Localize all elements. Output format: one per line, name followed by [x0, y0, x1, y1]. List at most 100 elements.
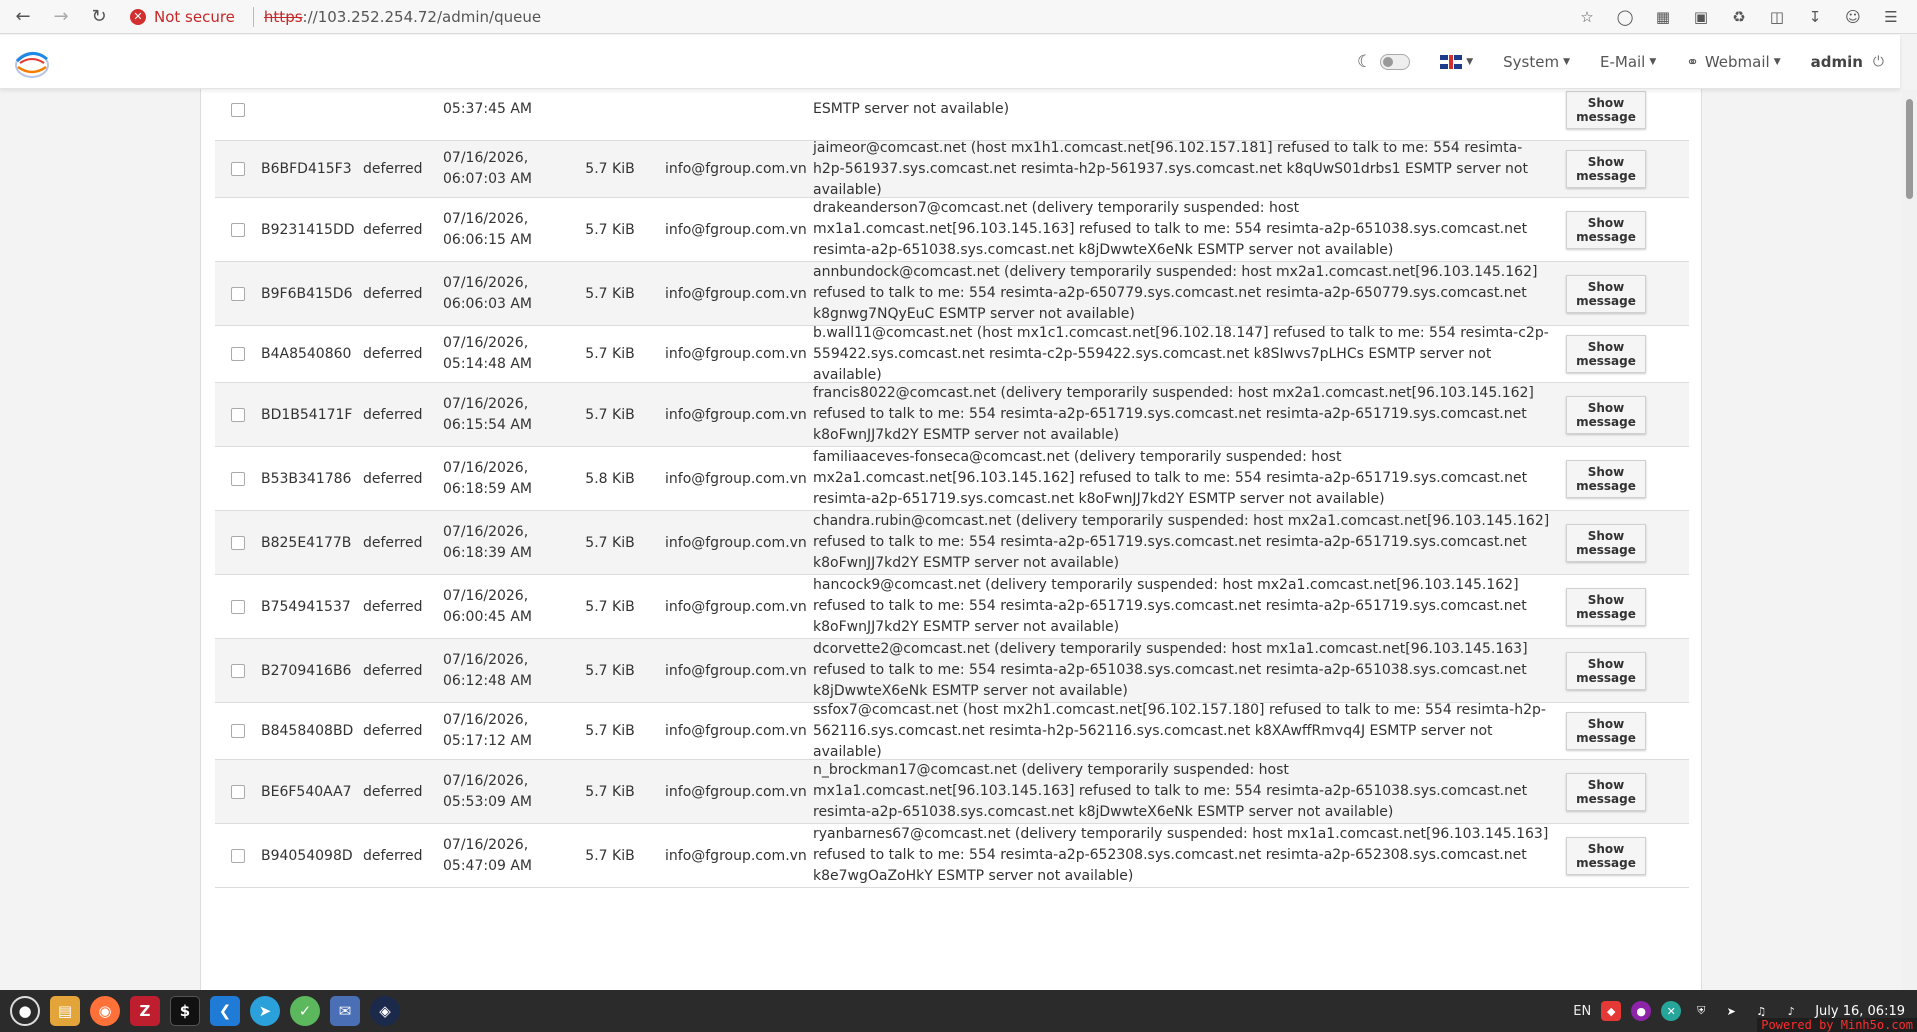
queue-status: deferred: [363, 346, 423, 362]
row-checkbox[interactable]: [231, 222, 245, 237]
menu-icon[interactable]: ☰: [1879, 5, 1903, 29]
row-checkbox[interactable]: [231, 724, 245, 738]
webmail-menu-label: Webmail: [1704, 53, 1770, 71]
queue-status: deferred: [363, 406, 423, 423]
reload-icon[interactable]: ↻: [84, 2, 114, 32]
queue-sender: info@fgroup.com.vn: [665, 470, 807, 487]
show-message-button[interactable]: Show message: [1566, 523, 1646, 562]
show-message-button[interactable]: Show message: [1566, 459, 1646, 498]
terminal-icon[interactable]: $: [170, 996, 200, 1026]
show-message-button[interactable]: Show message: [1566, 210, 1646, 249]
app-green-icon[interactable]: ✓: [290, 996, 320, 1026]
start-menu-icon[interactable]: ●: [10, 996, 40, 1026]
anydesk-icon[interactable]: ◆: [1601, 1001, 1622, 1021]
queue-datetime: 07/16/2026, 06:18:59 AM: [443, 458, 555, 500]
show-message-button[interactable]: Show message: [1566, 712, 1646, 750]
row-action-cell: Show message: [1561, 459, 1651, 498]
queue-date: 07/16/2026,: [443, 210, 529, 227]
show-message-button[interactable]: Show message: [1566, 587, 1646, 626]
queue-id: BD1B54171F: [261, 406, 353, 423]
queue-size: 5.7 KiB: [585, 285, 635, 302]
app-purple-icon[interactable]: ●: [1631, 1001, 1652, 1021]
queue-size: 5.7 KiB: [585, 534, 635, 551]
mail-icon[interactable]: ✉: [330, 996, 360, 1026]
show-message-button[interactable]: Show message: [1566, 836, 1646, 875]
app-logo-icon[interactable]: [12, 43, 52, 83]
row-checkbox[interactable]: [231, 286, 245, 301]
theme-switch[interactable]: ☾: [1356, 52, 1411, 72]
puzzle-icon[interactable]: ♻: [1727, 5, 1751, 29]
row-checkbox[interactable]: [231, 663, 245, 678]
scrollbar-thumb[interactable]: [1906, 99, 1913, 199]
row-action-cell: Show message: [1561, 712, 1651, 750]
show-message-button[interactable]: Show message: [1566, 150, 1646, 188]
queue-reason: ryanbarnes67@comcast.net (delivery tempo…: [813, 826, 1549, 884]
show-message-button[interactable]: Show message: [1566, 395, 1646, 434]
queue-date: 07/16/2026,: [443, 150, 529, 166]
row-checkbox[interactable]: [231, 535, 245, 550]
row-action-cell: Show message: [1561, 90, 1651, 129]
show-message-button[interactable]: Show message: [1566, 335, 1646, 373]
page-scrollbar[interactable]: [1902, 89, 1917, 990]
row-action-cell: Show message: [1561, 587, 1651, 626]
queue-datetime: 07/16/2026, 05:53:09 AM: [443, 771, 555, 813]
security-label[interactable]: Not secure: [154, 8, 235, 26]
extension-grid-icon[interactable]: ▦: [1651, 5, 1675, 29]
keyboard-layout[interactable]: EN: [1573, 1004, 1591, 1019]
account-icon[interactable]: ☺: [1841, 5, 1865, 29]
telegram-tray-icon[interactable]: ➤: [1721, 1001, 1741, 1021]
split-view-icon[interactable]: ◫: [1765, 5, 1789, 29]
vscode-icon[interactable]: ❮: [210, 996, 240, 1026]
firefox-icon[interactable]: ◉: [90, 996, 120, 1026]
queue-reason: hancock9@comcast.net (delivery temporari…: [813, 577, 1527, 635]
row-checkbox[interactable]: [231, 848, 245, 863]
download-icon[interactable]: ↧: [1803, 5, 1827, 29]
address-bar[interactable]: ✕ Not secure https ://103.252.254.72/adm…: [130, 3, 541, 31]
show-message-button[interactable]: Show message: [1566, 274, 1646, 313]
row-checkbox[interactable]: [231, 162, 245, 176]
moon-icon: ☾: [1356, 52, 1373, 72]
shield-tray-icon[interactable]: ⛨: [1691, 1001, 1711, 1021]
app-teal-icon[interactable]: ✕: [1661, 1001, 1682, 1021]
queue-size: 5.7 KiB: [585, 783, 635, 800]
power-icon[interactable]: ⏻: [1873, 54, 1884, 70]
queue-status: deferred: [363, 847, 423, 864]
filezilla-icon[interactable]: Z: [130, 996, 160, 1026]
chevron-down-icon: ▼: [1773, 57, 1781, 67]
system-menu[interactable]: System ▼: [1503, 53, 1570, 71]
shield-icon[interactable]: ◯: [1613, 5, 1637, 29]
row-checkbox[interactable]: [231, 102, 245, 117]
queue-row: B2709416B6 deferred 07/16/2026, 06:12:48 AM…: [215, 639, 1689, 703]
app-dark-icon[interactable]: ◈: [370, 996, 400, 1026]
forward-icon[interactable]: →: [46, 2, 76, 32]
clock[interactable]: July 16, 06:19: [1815, 1004, 1905, 1019]
queue-size: 5.7 KiB: [585, 662, 635, 679]
user-menu[interactable]: admin ⏻: [1811, 53, 1884, 71]
queue-id: B9231415DD: [261, 221, 355, 238]
queue-time: 06:18:59 AM: [443, 480, 532, 497]
row-checkbox[interactable]: [231, 784, 245, 799]
extension-p-icon[interactable]: ▣: [1689, 5, 1713, 29]
row-checkbox[interactable]: [231, 471, 245, 486]
row-checkbox[interactable]: [231, 599, 245, 614]
queue-row: B6BFD415F3 deferred 07/16/2026, 06:07:03 AM…: [215, 140, 1689, 198]
show-message-button[interactable]: Show message: [1566, 772, 1646, 811]
url-protocol: https: [263, 7, 303, 26]
row-checkbox[interactable]: [231, 407, 245, 422]
email-menu[interactable]: E-Mail ▼: [1600, 53, 1656, 71]
queue-row: B9231415DD deferred 07/16/2026, 06:06:15 AM…: [215, 198, 1689, 262]
back-icon[interactable]: ←: [8, 2, 38, 32]
show-message-button[interactable]: Show message: [1566, 90, 1646, 129]
show-message-button[interactable]: Show message: [1566, 651, 1646, 690]
queue-sender: info@fgroup.com.vn: [665, 598, 807, 615]
queue-sender: info@fgroup.com.vn: [665, 534, 807, 551]
folder-icon[interactable]: ▤: [50, 996, 80, 1026]
language-dropdown[interactable]: ▼: [1440, 55, 1473, 69]
telegram-icon[interactable]: ➤: [250, 996, 280, 1026]
queue-size: 5.7 KiB: [585, 598, 635, 615]
queue-datetime: 07/16/2026, 06:06:03 AM: [443, 273, 555, 315]
bookmark-star-icon[interactable]: ☆: [1575, 5, 1599, 29]
row-checkbox[interactable]: [231, 347, 245, 361]
webmail-menu[interactable]: ⚭ Webmail ▼: [1686, 53, 1780, 71]
theme-toggle[interactable]: [1380, 54, 1411, 70]
